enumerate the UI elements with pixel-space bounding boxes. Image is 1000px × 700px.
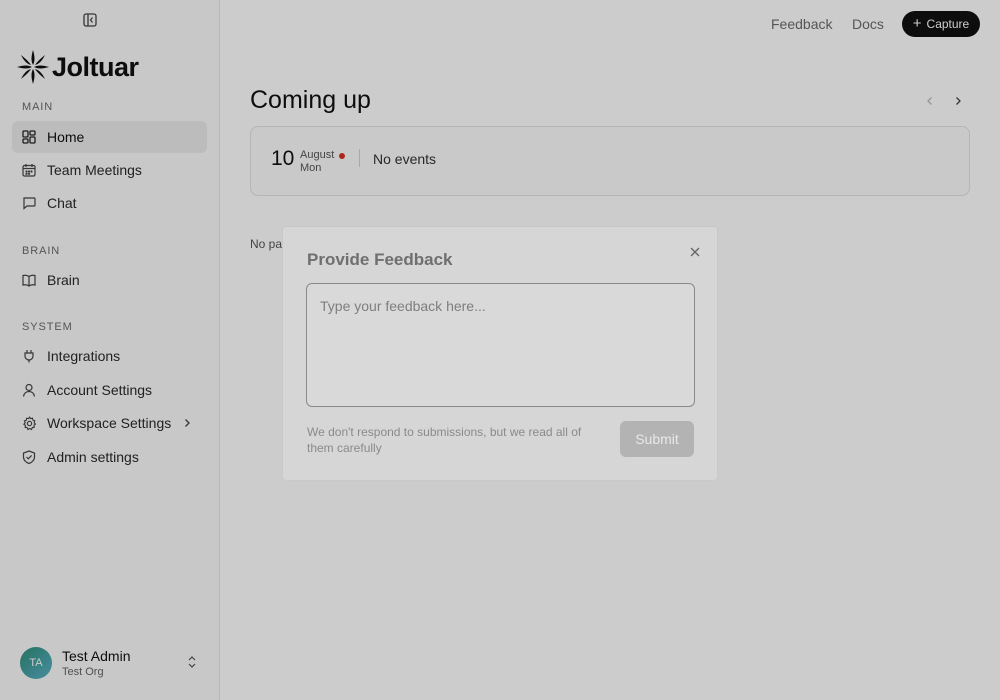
modal-note: We don't respond to submissions, but we … xyxy=(307,425,582,455)
feedback-modal: Provide Feedback We don't respond to sub… xyxy=(282,226,718,481)
feedback-textarea[interactable] xyxy=(306,283,695,407)
modal-title: Provide Feedback xyxy=(307,250,453,269)
submit-button[interactable]: Submit xyxy=(620,421,694,457)
close-icon[interactable] xyxy=(687,244,703,260)
